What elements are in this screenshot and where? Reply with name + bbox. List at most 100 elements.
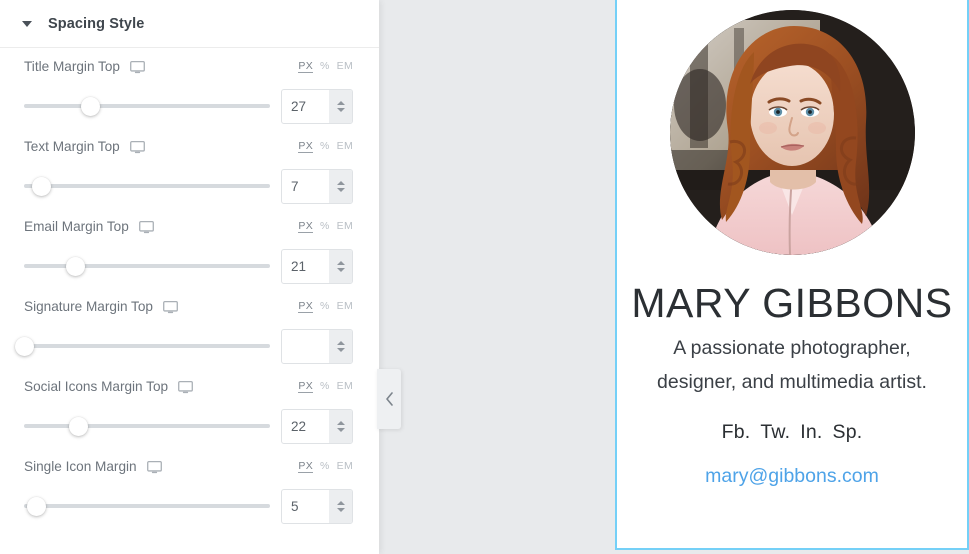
slider-thumb[interactable] [68, 417, 88, 436]
chevron-up-icon[interactable] [336, 100, 345, 105]
unit-option-px[interactable]: PX [298, 60, 313, 73]
chevron-down-icon[interactable] [336, 267, 345, 272]
slider-thumb[interactable] [26, 497, 46, 516]
margin-slider[interactable] [14, 334, 270, 358]
slider-thumb[interactable] [66, 257, 86, 276]
margin-value[interactable]: 7 [282, 170, 329, 203]
chevron-up-icon[interactable] [336, 500, 345, 505]
chevron-down-icon[interactable] [336, 427, 345, 432]
margin-number-field[interactable]: 27 [281, 88, 353, 124]
unit-option-percent[interactable]: % [320, 220, 330, 232]
social-link[interactable]: In. [800, 421, 822, 444]
slider-thumb[interactable] [80, 97, 100, 116]
margin-number-field[interactable]: 21 [281, 248, 353, 284]
number-stepper[interactable] [329, 489, 352, 523]
preview-tagline-line1: A passionate photographer, [673, 337, 911, 360]
unit-option-em[interactable]: EM [337, 300, 353, 312]
chevron-down-icon[interactable] [336, 347, 345, 352]
device-toggle-icon[interactable] [163, 300, 178, 314]
margin-number-field[interactable]: 5 [281, 488, 353, 524]
unit-option-percent[interactable]: % [320, 460, 330, 472]
unit-selector: PX% EM [298, 140, 353, 153]
control-row: Text Margin Top PX% EM 7 [0, 128, 379, 208]
page-title: Spacing Style [48, 15, 145, 32]
margin-slider[interactable] [24, 174, 270, 198]
unit-option-percent[interactable]: % [320, 140, 330, 152]
number-stepper[interactable] [329, 409, 352, 443]
desktop-monitor-icon [146, 460, 162, 473]
row-header: Single Icon Margin PX% EM [0, 448, 379, 484]
unit-option-px[interactable]: PX [298, 300, 313, 313]
control-row: Signature Margin Top PX% EM [0, 288, 379, 368]
row-body: 27 [0, 84, 379, 128]
unit-option-px[interactable]: PX [298, 220, 313, 233]
margin-value[interactable]: 27 [282, 90, 329, 123]
unit-option-px[interactable]: PX [298, 460, 313, 473]
unit-option-percent[interactable]: % [320, 380, 330, 392]
unit-option-em[interactable]: EM [337, 220, 353, 232]
control-row: Single Icon Margin PX% EM 5 [0, 448, 379, 528]
chevron-up-icon[interactable] [336, 180, 345, 185]
slider-track [24, 504, 270, 508]
device-toggle-icon[interactable] [146, 460, 162, 474]
margin-slider[interactable] [24, 414, 270, 438]
unit-option-px[interactable]: PX [298, 140, 313, 153]
unit-option-percent[interactable]: % [320, 60, 330, 72]
unit-selector: PX% EM [298, 60, 353, 73]
control-row: Social Icons Margin Top PX% EM 22 [0, 368, 379, 448]
margin-number-field[interactable] [281, 328, 353, 364]
margin-value[interactable]: 21 [282, 250, 329, 283]
chevron-down-icon[interactable] [336, 107, 345, 112]
row-label: Social Icons Margin Top [24, 378, 169, 394]
number-stepper[interactable] [329, 329, 352, 363]
margin-slider[interactable] [24, 254, 270, 278]
number-stepper[interactable] [329, 249, 352, 283]
device-toggle-icon[interactable] [129, 140, 145, 154]
email-link[interactable]: mary@gibbons.com [617, 465, 967, 488]
margin-slider[interactable] [24, 94, 270, 118]
chevron-up-icon[interactable] [336, 420, 345, 425]
unit-option-percent[interactable]: % [320, 300, 330, 312]
device-toggle-icon[interactable] [178, 380, 194, 394]
chevron-up-icon[interactable] [336, 340, 345, 345]
number-stepper[interactable] [329, 169, 352, 203]
caret-down-icon[interactable] [22, 20, 32, 27]
row-header: Text Margin Top PX% EM [0, 128, 379, 164]
row-header: Social Icons Margin Top PX% EM [0, 368, 379, 404]
social-link[interactable]: Sp. [833, 421, 863, 444]
desktop-monitor-icon [129, 140, 145, 153]
slider-thumb[interactable] [31, 177, 51, 196]
margin-slider[interactable] [24, 494, 270, 518]
row-body: 5 [0, 484, 379, 528]
margin-value[interactable]: 22 [282, 410, 329, 443]
unit-option-em[interactable]: EM [337, 60, 353, 72]
chevron-down-icon[interactable] [336, 187, 345, 192]
row-label: Email Margin Top [24, 218, 129, 234]
slider-thumb[interactable] [14, 337, 34, 356]
social-links: Fb. Tw. In. Sp. [617, 421, 967, 444]
desktop-monitor-icon [138, 220, 154, 233]
slider-track [24, 104, 270, 108]
margin-number-field[interactable]: 7 [281, 168, 353, 204]
margin-value[interactable]: 5 [282, 490, 329, 523]
unit-option-em[interactable]: EM [337, 140, 353, 152]
control-row: Title Margin Top PX% EM 27 [0, 48, 379, 128]
device-toggle-icon[interactable] [130, 60, 145, 74]
social-link[interactable]: Fb. [722, 421, 751, 444]
margin-number-field[interactable]: 22 [281, 408, 353, 444]
unit-option-px[interactable]: PX [298, 380, 313, 393]
chevron-up-icon[interactable] [336, 260, 345, 265]
unit-selector: PX% EM [298, 460, 353, 473]
number-stepper[interactable] [329, 89, 352, 123]
device-toggle-icon[interactable] [138, 220, 154, 234]
unit-option-em[interactable]: EM [337, 460, 353, 472]
row-body: 22 [0, 404, 379, 448]
panel-collapse-button[interactable] [377, 369, 401, 429]
unit-option-em[interactable]: EM [337, 380, 353, 392]
margin-value[interactable] [282, 330, 329, 363]
panel-header[interactable]: Spacing Style [0, 0, 379, 48]
social-link[interactable]: Tw. [760, 421, 790, 444]
row-header: Signature Margin Top PX% EM [0, 288, 379, 324]
slider-track [24, 264, 270, 268]
chevron-down-icon[interactable] [336, 507, 345, 512]
